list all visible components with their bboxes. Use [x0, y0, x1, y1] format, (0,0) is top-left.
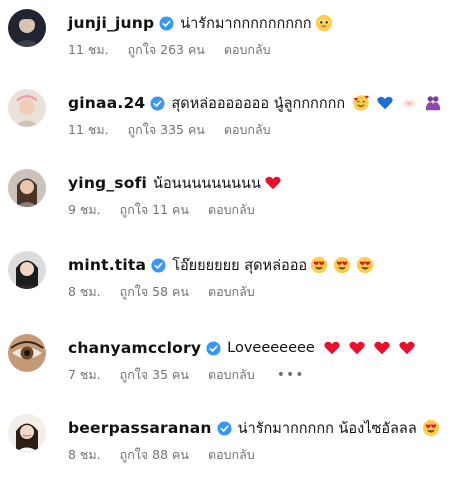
username-link[interactable]: chanyamcclory: [68, 339, 201, 357]
comment-line: chanyamcclory Loveeeeeee: [68, 333, 416, 363]
comment-text: โอ๊ยยยยยย สุดหล่อออ: [172, 257, 308, 274]
comment-text: น้อนนนนนนนนน: [153, 175, 261, 192]
avatar[interactable]: [8, 9, 46, 47]
timestamp: 9 ชม.: [68, 202, 101, 217]
heart-eyes-emoji-icon: [333, 256, 351, 274]
comments-list: junji_junp น่ารักมากกกกกกกกก 11 ชม. ถูกใ…: [0, 0, 474, 481]
blue-heart-emoji-icon: [376, 94, 394, 112]
comment-meta: 8 ชม. ถูกใจ 58 คน ตอบกลับ: [68, 283, 255, 301]
heart-eyes-emoji-icon: [310, 256, 328, 274]
reply-button[interactable]: ตอบกลับ: [208, 200, 255, 220]
username-link[interactable]: junji_junp: [68, 14, 154, 32]
more-options-icon[interactable]: •••: [277, 367, 305, 383]
timestamp: 7 ชม.: [68, 367, 101, 382]
comment-text: Loveeeeeee: [227, 340, 315, 356]
red-heart-emoji-icon: [264, 174, 282, 192]
reply-button[interactable]: ตอบกลับ: [224, 40, 271, 60]
heart-eyes-emoji-icon: [356, 256, 374, 274]
red-heart-emoji-icon: [373, 339, 391, 357]
timestamp: 11 ชม.: [68, 42, 109, 57]
comment-line: ginaa.24 สุดหล่อออออออ นู๋ลูกกกกกก: [68, 88, 442, 118]
username-link[interactable]: ying_sofi: [68, 174, 147, 192]
comment-meta: 11 ชม. ถูกใจ 263 คน ตอบกลับ: [68, 41, 271, 59]
comment-line: mint.tita โอ๊ยยยยยย สุดหล่อออ: [68, 250, 374, 280]
comment-meta: 8 ชม. ถูกใจ 88 คน ตอบกลับ: [68, 446, 255, 464]
timestamp: 8 ชม.: [68, 284, 101, 299]
verified-badge-icon: [217, 420, 232, 436]
likes-count[interactable]: ถูกใจ 263 คน: [128, 40, 205, 60]
comment-text: น่ารักมากกกกกกกกก: [180, 15, 312, 32]
reply-button[interactable]: ตอบกลับ: [208, 445, 255, 465]
comment-meta: 7 ชม. ถูกใจ 35 คน ตอบกลับ •••: [68, 366, 304, 384]
username-link[interactable]: beerpassaranan: [68, 419, 212, 437]
comment-meta: 9 ชม. ถูกใจ 11 คน ตอบกลับ: [68, 201, 255, 219]
avatar[interactable]: [8, 169, 46, 207]
verified-badge-icon: [150, 95, 165, 111]
heart-eyes-emoji-icon: [422, 419, 440, 437]
likes-count[interactable]: ถูกใจ 335 คน: [128, 120, 205, 140]
likes-count[interactable]: ถูกใจ 11 คน: [120, 200, 189, 220]
likes-count[interactable]: ถูกใจ 58 คน: [120, 282, 189, 302]
timestamp: 8 ชม.: [68, 447, 101, 462]
comment-text: สุดหล่อออออออ นู๋ลูกกกกกก: [171, 95, 346, 112]
reply-button[interactable]: ตอบกลับ: [224, 120, 271, 140]
verified-badge-icon: [151, 257, 166, 273]
comment-item: ginaa.24 สุดหล่อออออออ นู๋ลูกกกกกก 11 ชม…: [0, 88, 474, 168]
comment-item: ying_sofi น้อนนนนนนนนน 9 ชม. ถูกใจ 11 คน…: [0, 168, 474, 248]
reply-button[interactable]: ตอบกลับ: [208, 365, 255, 385]
smiling-face-with-hearts-emoji-icon: [352, 94, 370, 112]
comment-line: ying_sofi น้อนนนนนนนนน: [68, 168, 282, 198]
hugging-people-emoji-icon: [424, 94, 442, 112]
heart-hands-emoji-icon: [400, 94, 418, 112]
pleading-face-emoji-icon: [315, 14, 333, 32]
likes-count[interactable]: ถูกใจ 35 คน: [120, 365, 189, 385]
avatar[interactable]: [8, 89, 46, 127]
comment-line: beerpassaranan น่ารักมากกกกก น้องไซอัลลล: [68, 413, 440, 443]
username-link[interactable]: ginaa.24: [68, 94, 145, 112]
comment-item: chanyamcclory Loveeeeeee 7 ชม. ถูกใจ 35 …: [0, 333, 474, 413]
comment-meta: 11 ชม. ถูกใจ 335 คน ตอบกลับ: [68, 121, 271, 139]
red-heart-emoji-icon: [348, 339, 366, 357]
comment-item: junji_junp น่ารักมากกกกกกกกก 11 ชม. ถูกใ…: [0, 8, 474, 88]
comment-item: beerpassaranan น่ารักมากกกกก น้องไซอัลลล…: [0, 413, 474, 493]
reply-button[interactable]: ตอบกลับ: [208, 282, 255, 302]
timestamp: 11 ชม.: [68, 122, 109, 137]
red-heart-emoji-icon: [398, 339, 416, 357]
username-link[interactable]: mint.tita: [68, 256, 146, 274]
comment-text: น่ารักมากกกกก น้องไซอัลลล: [237, 420, 417, 437]
likes-count[interactable]: ถูกใจ 88 คน: [120, 445, 189, 465]
comment-item: mint.tita โอ๊ยยยยยย สุดหล่อออ 8 ชม. ถูกใ…: [0, 250, 474, 330]
avatar[interactable]: [8, 251, 46, 289]
verified-badge-icon: [206, 340, 221, 356]
avatar[interactable]: [8, 334, 46, 372]
verified-badge-icon: [159, 15, 174, 31]
avatar[interactable]: [8, 414, 46, 452]
red-heart-emoji-icon: [323, 339, 341, 357]
comment-line: junji_junp น่ารักมากกกกกกกกก: [68, 8, 333, 38]
